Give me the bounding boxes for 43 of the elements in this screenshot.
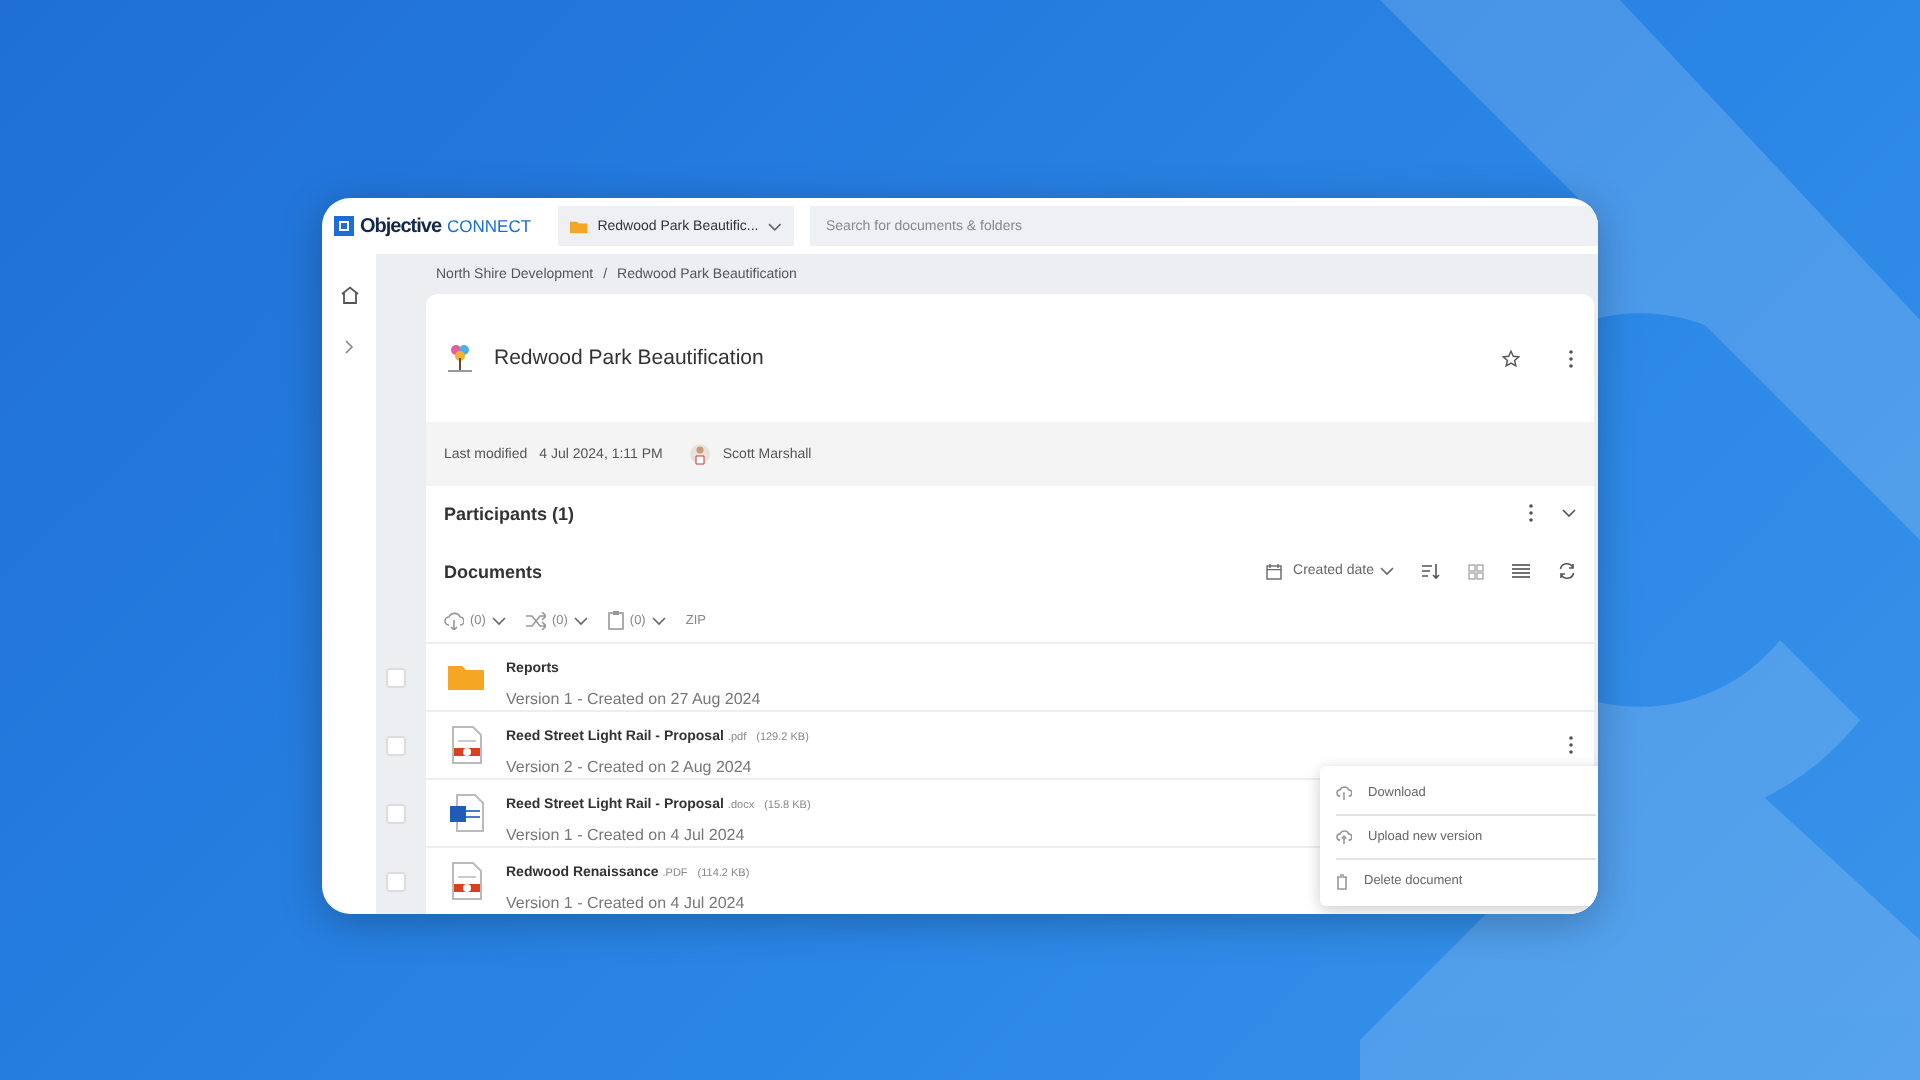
trash-icon bbox=[1336, 873, 1348, 889]
documents-heading: Documents bbox=[444, 561, 545, 581]
row-checkbox[interactable] bbox=[386, 871, 406, 891]
refresh-icon[interactable] bbox=[1558, 562, 1576, 580]
more-options-icon[interactable] bbox=[1528, 504, 1534, 522]
shuffle-icon bbox=[525, 611, 546, 629]
pdf-file-icon bbox=[451, 862, 481, 900]
list-view-icon[interactable] bbox=[1512, 564, 1530, 578]
logo-text: CONNECT bbox=[447, 216, 532, 236]
version-info: Version 1 - Created on 4 Jul 2024 bbox=[506, 894, 745, 912]
pdf-file-icon bbox=[451, 726, 481, 764]
chevron-down-icon bbox=[491, 615, 506, 625]
word-file-icon bbox=[449, 794, 483, 832]
clipboard-icon bbox=[607, 610, 624, 630]
star-icon[interactable] bbox=[1502, 349, 1520, 367]
chevron-down-icon[interactable] bbox=[1562, 508, 1576, 518]
chevron-down-icon bbox=[768, 221, 782, 231]
chevron-down-icon bbox=[1380, 566, 1394, 576]
cloud-download-icon bbox=[444, 611, 464, 629]
avatar-icon bbox=[690, 442, 711, 466]
home-icon[interactable] bbox=[339, 286, 359, 304]
chevron-down-icon bbox=[651, 615, 666, 625]
version-info: Version 1 - Created on 27 Aug 2024 bbox=[506, 690, 761, 708]
tree-logo-icon bbox=[446, 342, 474, 374]
cloud-upload-icon bbox=[1336, 830, 1352, 844]
cloud-download-icon bbox=[1336, 785, 1352, 799]
row-checkbox[interactable] bbox=[386, 803, 406, 823]
workspace-title: Redwood Park Beautification bbox=[494, 346, 766, 370]
logo-icon bbox=[334, 216, 354, 236]
more-options-icon[interactable] bbox=[1568, 349, 1574, 367]
folder-icon bbox=[448, 664, 484, 690]
sort-order-icon[interactable] bbox=[1422, 563, 1440, 579]
folder-icon bbox=[570, 219, 588, 233]
chevron-down-icon bbox=[573, 615, 588, 625]
more-options-icon[interactable] bbox=[1568, 736, 1574, 754]
version-info: Version 2 - Created on 2 Aug 2024 bbox=[506, 758, 752, 776]
calendar-icon bbox=[1265, 563, 1282, 579]
row-checkbox[interactable] bbox=[386, 667, 406, 687]
participants-heading: Participants (1) bbox=[444, 503, 577, 523]
logo-text: Objective bbox=[360, 215, 442, 237]
row-checkbox[interactable] bbox=[386, 735, 406, 755]
chevron-right-icon[interactable] bbox=[344, 340, 354, 354]
version-info: Version 1 - Created on 4 Jul 2024 bbox=[506, 826, 745, 844]
